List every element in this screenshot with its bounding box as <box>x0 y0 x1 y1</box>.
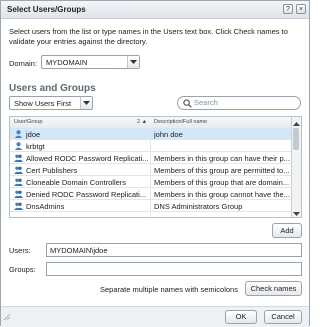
row-description: Members of this group are permitted to..… <box>154 166 290 175</box>
groups-label: Groups: <box>9 265 36 274</box>
users-input[interactable] <box>47 244 301 257</box>
table-row[interactable]: krbtgt <box>10 140 292 152</box>
search-icon <box>183 99 192 110</box>
row-name: jdoe <box>26 130 41 139</box>
group-icon <box>14 166 23 174</box>
vertical-scrollbar[interactable] <box>291 117 301 217</box>
column-divider <box>150 128 151 217</box>
groups-field[interactable] <box>46 262 302 276</box>
domain-label: Domain: <box>9 59 37 68</box>
row-name: Cert Publishers <box>26 166 78 175</box>
help-button[interactable]: ? <box>283 4 293 14</box>
groups-input[interactable] <box>47 263 301 276</box>
group-icon <box>14 202 23 210</box>
dialog-title: Select Users/Groups <box>7 5 86 14</box>
title-bar: Select Users/Groups ? × <box>1 1 309 19</box>
close-button[interactable]: × <box>296 4 306 14</box>
table-row[interactable]: Cert Publishers Members of this group ar… <box>10 164 292 176</box>
row-description: DNS Administrators Group <box>154 202 243 211</box>
table-row[interactable]: Allowed RODC Password Replicati... Membe… <box>10 152 292 164</box>
users-field[interactable] <box>46 243 302 257</box>
users-groups-table: User/Group 2 ▲ Description/Full name jdo… <box>9 116 302 218</box>
scroll-up-icon[interactable] <box>293 119 300 128</box>
table-row[interactable]: DnsAdmins DNS Administrators Group <box>10 200 292 212</box>
domain-select[interactable]: MYDOMAIN <box>41 55 140 69</box>
search-box[interactable] <box>177 96 301 110</box>
row-description: Members in this group can have their p..… <box>154 154 290 163</box>
row-name: Denied RODC Password Replicati... <box>26 190 147 199</box>
filter-value: Show Users First <box>14 99 72 108</box>
row-description: john doe <box>154 130 183 139</box>
group-icon <box>14 154 23 162</box>
row-description: Members in this group cannot have the... <box>154 190 290 199</box>
user-icon <box>14 142 23 150</box>
row-name: krbtgt <box>26 142 45 151</box>
search-input[interactable] <box>194 98 294 107</box>
add-button[interactable]: Add <box>272 223 302 238</box>
sort-indicator[interactable]: 2 ▲ <box>137 119 147 125</box>
table-row[interactable]: jdoe john doe <box>10 128 292 140</box>
chevron-down-icon <box>127 56 139 68</box>
chevron-down-icon <box>80 97 92 109</box>
table-row[interactable]: Denied RODC Password Replicati... Member… <box>10 188 292 200</box>
instructions-text: Select users from the list or type names… <box>9 27 288 46</box>
user-icon <box>14 130 23 138</box>
group-icon <box>14 190 23 198</box>
row-name: Cloneable Domain Controllers <box>26 178 127 187</box>
scroll-thumb[interactable] <box>293 128 299 150</box>
domain-value: MYDOMAIN <box>46 58 88 67</box>
check-names-button[interactable]: Check names <box>245 281 302 296</box>
separator-hint: Separate multiple names with semicolons <box>100 285 238 294</box>
filter-select[interactable]: Show Users First <box>9 96 93 110</box>
resize-grip-icon[interactable] <box>3 313 11 321</box>
cancel-button[interactable]: Cancel <box>264 310 302 324</box>
column-header-description[interactable]: Description/Full name <box>154 119 207 125</box>
scroll-down-icon[interactable] <box>293 210 300 217</box>
row-description: Members of this group that are domain... <box>154 178 290 187</box>
users-label: Users: <box>9 246 31 255</box>
group-icon <box>14 178 23 186</box>
row-name: DnsAdmins <box>26 202 65 211</box>
dialog-footer: OK Cancel <box>1 306 309 327</box>
column-header-user-group[interactable]: User/Group <box>14 119 42 125</box>
table-row[interactable]: Cloneable Domain Controllers Members of … <box>10 176 292 188</box>
users-and-groups-heading: Users and Groups <box>9 83 96 94</box>
ok-button[interactable]: OK <box>225 310 257 324</box>
row-name: Allowed RODC Password Replicati... <box>26 154 148 163</box>
select-users-groups-dialog: Select Users/Groups ? × Select users fro… <box>0 0 310 327</box>
